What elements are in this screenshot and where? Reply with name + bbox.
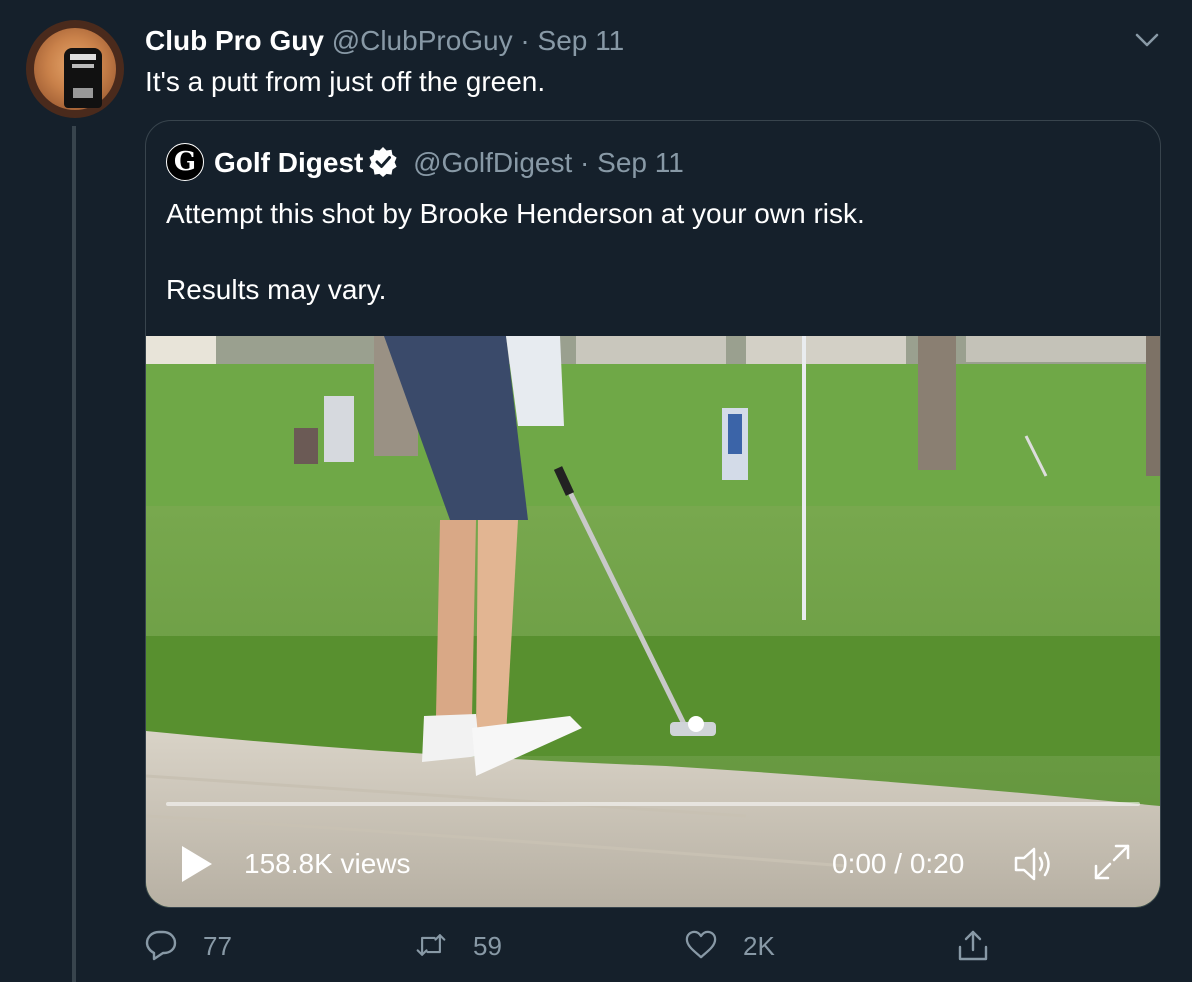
quoted-separator: · (580, 147, 590, 178)
separator: · (520, 25, 530, 56)
verified-badge-icon (369, 146, 397, 177)
like-count: 2K (743, 931, 775, 961)
play-icon[interactable] (180, 844, 214, 884)
reply-icon (145, 930, 177, 961)
chevron-down-icon[interactable] (1134, 30, 1160, 50)
video-time: 0:00 / 0:20 (832, 848, 965, 879)
video-frame (146, 336, 1160, 907)
volume-icon[interactable] (1012, 842, 1056, 886)
quoted-tweet[interactable]: G Golf Digest @GolfDigest · Sep 11 Attemp… (145, 120, 1161, 908)
tweet-text: It's a putt from just off the green. (145, 66, 546, 97)
display-name[interactable]: Club Pro Guy (145, 25, 324, 56)
view-count: 158.8K views (244, 848, 411, 879)
share-icon (958, 930, 988, 961)
quoted-text-line: Attempt this shot by Brooke Henderson at… (166, 198, 865, 229)
retweet-count: 59 (473, 931, 502, 961)
golf-bag-image (64, 48, 102, 108)
golf-digest-logo: G (166, 142, 204, 181)
user-handle[interactable]: @ClubProGuy (332, 25, 513, 56)
video-progress-bar[interactable] (166, 802, 1140, 806)
avatar-image (34, 28, 116, 110)
avatar[interactable] (26, 20, 124, 118)
quoted-tweet-date: Sep 11 (597, 147, 684, 178)
reply-count: 77 (203, 931, 232, 961)
tweet-date[interactable]: Sep 11 (538, 25, 625, 56)
tweet-header: Club Pro Guy @ClubProGuy · Sep 11 (145, 22, 624, 60)
quoted-text-line: Results may vary. (166, 274, 387, 305)
quoted-tweet-text: Attempt this shot by Brooke Henderson at… (166, 195, 865, 309)
quoted-tweet-header: G Golf Digest @GolfDigest · Sep 11 (166, 142, 684, 183)
quoted-display-name: Golf Digest (214, 147, 364, 178)
retweet-icon (416, 934, 446, 956)
quoted-user-handle: @GolfDigest (413, 147, 573, 178)
fullscreen-icon[interactable] (1092, 842, 1132, 882)
video-player[interactable]: 158.8K views 0:00 / 0:20 (146, 336, 1160, 907)
like-icon (685, 930, 717, 959)
thread-line (72, 126, 76, 982)
